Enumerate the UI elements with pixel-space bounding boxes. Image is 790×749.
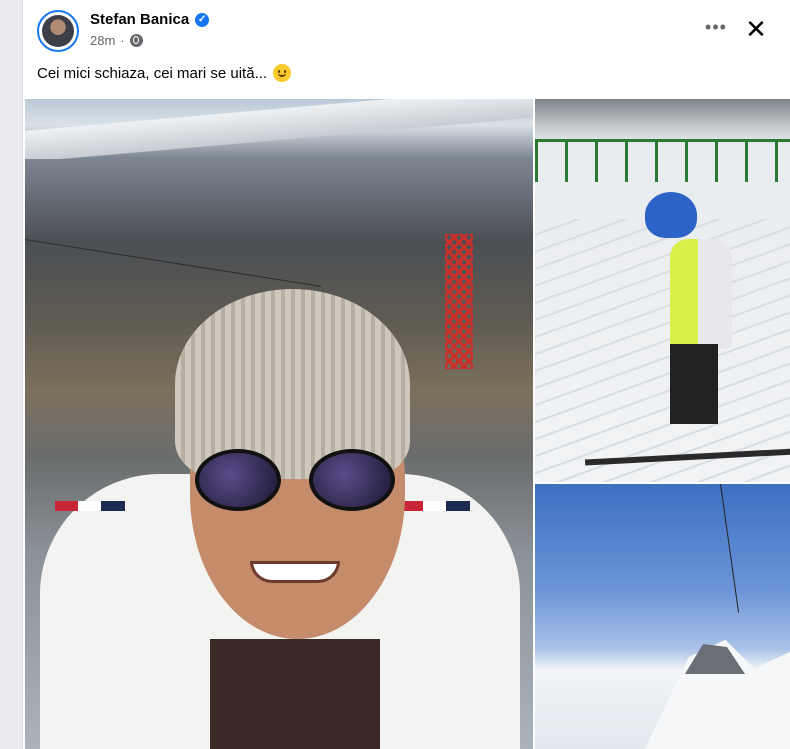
right-lens	[309, 449, 395, 511]
smiley-emoji-icon	[273, 64, 292, 82]
green-fence	[535, 139, 790, 182]
dark-sweater	[210, 639, 380, 749]
post-meta: 28m ·	[90, 33, 143, 48]
post-card: Stefan Banica ✓ 28m · ••• ✕ Cei mici sch…	[22, 0, 790, 749]
selfie-photo[interactable]	[25, 99, 533, 749]
meta-separator: ·	[120, 33, 125, 48]
child-legs	[670, 344, 718, 424]
post-timestamp[interactable]: 28m	[90, 33, 115, 48]
sunglasses	[195, 449, 395, 511]
avatar[interactable]	[37, 10, 79, 52]
child-jacket	[670, 239, 732, 349]
child-skiing-photo[interactable]	[535, 99, 790, 482]
avatar-image	[42, 15, 74, 47]
post-header: Stefan Banica ✓ 28m · ••• ✕	[23, 0, 790, 58]
blue-helmet	[645, 192, 697, 238]
mountain-sky-photo[interactable]	[535, 484, 790, 749]
post-caption: Cei mici schiaza, cei mari se uită...	[37, 64, 292, 82]
jacket-stripe-right	[400, 501, 470, 511]
snow-tracks	[535, 219, 790, 482]
left-lens	[195, 449, 281, 511]
cable-line	[25, 239, 322, 287]
author-name[interactable]: Stefan Banica	[90, 11, 189, 28]
ski-lift-cable	[720, 484, 740, 613]
more-options-button[interactable]: •••	[703, 16, 729, 42]
red-pylon	[445, 234, 473, 369]
caption-text: Cei mici schiaza, cei mari se uită...	[37, 64, 268, 82]
globe-icon	[129, 34, 143, 47]
author-row: Stefan Banica ✓	[90, 11, 210, 28]
smile	[250, 561, 340, 583]
close-button[interactable]: ✕	[743, 16, 769, 42]
jacket-stripe-left	[55, 501, 125, 511]
verified-badge-icon: ✓	[195, 12, 210, 27]
snowy-ridge	[25, 99, 533, 159]
